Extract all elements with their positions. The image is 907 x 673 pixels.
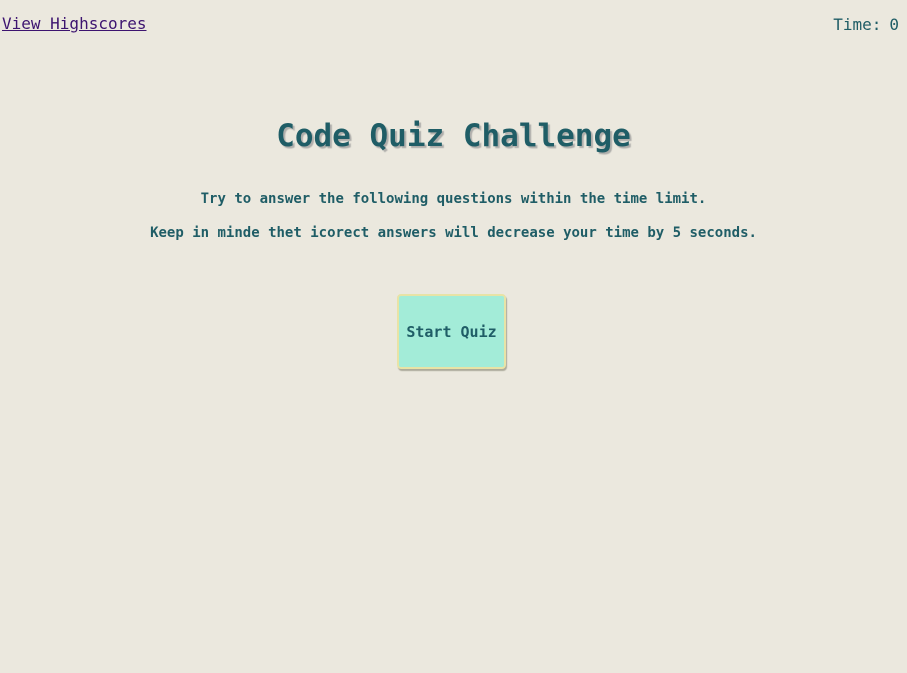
- timer-value: 0: [889, 15, 899, 34]
- instructions-line-2: Keep in minde thet icorect answers will …: [150, 225, 757, 241]
- top-bar: View Highscores Time: 0: [0, 0, 907, 40]
- start-quiz-button[interactable]: Start Quiz: [397, 294, 506, 369]
- view-highscores-link[interactable]: View Highscores: [2, 14, 147, 33]
- timer: Time: 0: [833, 15, 899, 34]
- page-title: Code Quiz Challenge: [276, 118, 631, 154]
- timer-label: Time:: [833, 15, 882, 34]
- instructions-line-1: Try to answer the following questions wi…: [200, 191, 707, 207]
